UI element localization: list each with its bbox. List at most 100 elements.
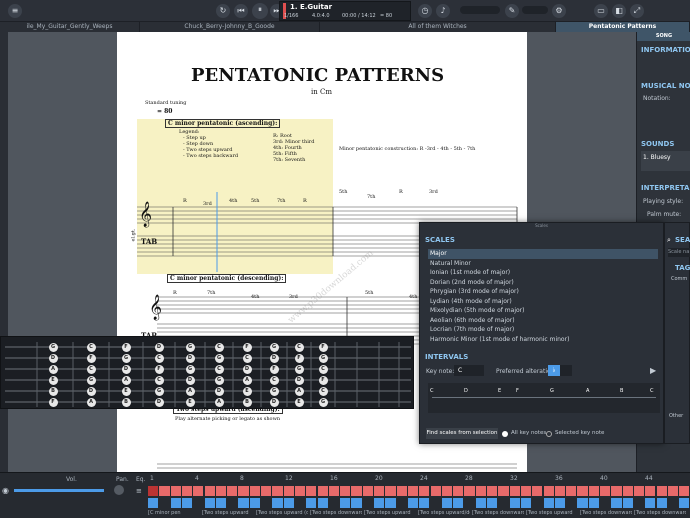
menu-icon[interactable]: ≡ [8,4,22,18]
bar-block[interactable] [475,498,486,508]
fret-note-dot[interactable]: D [242,364,252,374]
fret-note-dot[interactable]: A [294,386,304,396]
radio-all-keynotes[interactable] [502,431,508,437]
bar-block[interactable] [633,486,645,496]
fret-note-dot[interactable]: G [214,375,224,385]
fret-note-dot[interactable]: D [269,397,279,407]
bar-block[interactable] [656,486,667,496]
settings-icon[interactable]: ⚙ [552,4,566,18]
bar-block[interactable] [170,498,181,508]
bar-block[interactable] [577,498,588,508]
section-marker[interactable]: [Two steps downward [580,510,632,516]
bar-block[interactable] [498,486,509,496]
scale-item[interactable]: Aeolian (6th mode of major) [428,316,658,326]
bar-block[interactable] [464,486,475,496]
fret-note-dot[interactable]: F [242,342,252,352]
bar-block[interactable] [577,486,588,496]
bar-block[interactable] [588,486,599,496]
fret-note-dot[interactable]: C [214,364,224,374]
fret-note-dot[interactable]: A [121,375,131,385]
bar-block[interactable] [453,498,464,508]
bar-block[interactable] [453,486,464,496]
bar-block[interactable] [611,498,622,508]
tab-johnny-b-goode[interactable]: Chuck_Berry-Johnny_B_Goode [140,22,320,32]
bar-block[interactable] [238,498,249,508]
fret-note-dot[interactable]: C [294,342,304,352]
scale-item[interactable]: Harmonic Minor (1st mode of harmonic min… [428,335,658,345]
fret-note-dot[interactable]: C [214,342,224,352]
scale-item[interactable]: Major [428,249,658,259]
find-scales-button[interactable]: Find scales from selection [426,428,498,439]
bar-block[interactable] [170,486,181,496]
bar-block[interactable] [204,498,215,508]
fret-note-dot[interactable]: D [121,364,131,374]
bar-block[interactable] [611,486,622,496]
bar-block[interactable] [532,486,543,496]
fret-note-dot[interactable]: E [48,375,58,385]
fret-note-dot[interactable]: D [48,353,58,363]
bar-block[interactable] [249,498,260,508]
tab-pentatonic-patterns[interactable]: Pentatonic Patterns [556,22,690,32]
fret-note-dot[interactable]: G [294,364,304,374]
fret-note-dot[interactable]: G [121,353,131,363]
fret-note-dot[interactable]: B [121,397,131,407]
fret-note-dot[interactable]: A [86,397,96,407]
bar-block[interactable] [148,486,159,496]
volume-slider-track[interactable] [14,489,104,492]
bar-block[interactable] [487,486,498,496]
tab-all-of-them-witches[interactable]: All of them Witches [320,22,556,32]
bar-block[interactable] [407,486,419,496]
bar-block[interactable] [679,498,690,508]
layout-icon[interactable]: ▭ [594,4,608,18]
bar-block[interactable] [193,486,204,496]
fret-note-dot[interactable]: C [154,353,164,363]
fret-note-dot[interactable]: G [48,342,58,352]
fret-note-dot[interactable]: A [48,364,58,374]
scale-item[interactable]: Locrian (7th mode of major) [428,325,658,335]
volume-slider[interactable] [522,6,548,14]
bar-block[interactable] [340,486,351,496]
fret-note-dot[interactable]: D [154,342,164,352]
fret-note-dot[interactable]: A [242,375,252,385]
fret-note-dot[interactable]: D [269,353,279,363]
fret-note-dot[interactable]: E [294,397,304,407]
fret-note-dot[interactable]: D [294,375,304,385]
scale-name-search[interactable]: Scale na [668,248,690,257]
scale-item[interactable]: Mixolydian (5th mode of major) [428,306,658,316]
section-marker[interactable]: [Two steps upward/de [418,510,470,516]
bar-block[interactable] [159,486,170,496]
fret-note-dot[interactable]: B [242,397,252,407]
bar-block[interactable] [238,486,249,496]
bar-block[interactable] [430,486,441,496]
bar-block[interactable] [306,486,317,496]
fret-note-dot[interactable]: E [242,386,252,396]
bar-block[interactable] [396,486,407,496]
panel-icon[interactable]: ◧ [612,4,626,18]
fret-note-dot[interactable]: G [154,386,164,396]
fret-note-dot[interactable]: F [48,397,58,407]
bar-block[interactable] [554,486,566,496]
bar-block[interactable] [215,498,227,508]
fret-note-dot[interactable]: G [269,342,279,352]
pencil-icon[interactable]: ✎ [505,4,519,18]
bar-block[interactable] [317,486,328,496]
bar-block[interactable] [520,498,532,508]
fret-note-dot[interactable]: E [121,386,131,396]
fret-note-dot[interactable]: G [185,342,195,352]
bar-block[interactable] [509,486,520,496]
scale-item[interactable]: Lydian (4th mode of major) [428,297,658,307]
bar-block[interactable] [283,486,294,496]
bar-block[interactable] [441,486,453,496]
loop-icon[interactable]: ↻ [216,4,230,18]
bar-block[interactable] [487,498,498,508]
bar-block[interactable] [600,486,611,496]
fret-note-dot[interactable]: F [86,353,96,363]
bar-block[interactable] [362,486,373,496]
fret-note-dot[interactable]: G [318,397,328,407]
fret-note-dot[interactable]: F [269,364,279,374]
bar-block[interactable] [419,498,430,508]
bar-block[interactable] [520,486,532,496]
bar-block[interactable] [385,498,396,508]
fret-note-dot[interactable]: G [269,386,279,396]
fret-note-dot[interactable]: D [214,386,224,396]
